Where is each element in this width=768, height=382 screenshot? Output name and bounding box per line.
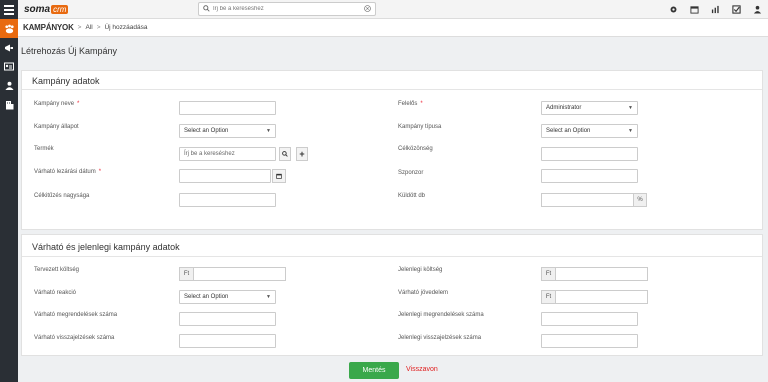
section-title: Kampány adatok [32, 76, 100, 86]
owner-label: Felelős [398, 101, 418, 107]
expected-data-panel: Várható és jelenlegi kampány adatok Terv… [21, 234, 763, 356]
product-search-input[interactable]: Írj be a kereséshez [179, 147, 276, 161]
sidebar [0, 19, 18, 382]
current-cost-input[interactable]: Ft [541, 267, 648, 281]
content-area: Létrehozás Új Kampány Kampány adatok Kam… [18, 37, 768, 365]
chevron-down-icon: ▼ [628, 105, 633, 111]
section-title: Várható és jelenlegi kampány adatok [32, 242, 180, 252]
chart-icon[interactable] [710, 5, 720, 15]
sidebar-item-companies[interactable] [0, 95, 18, 114]
sidebar-item-contacts[interactable] [0, 57, 18, 76]
close-date-input[interactable] [179, 169, 271, 183]
megaphone-icon [5, 44, 13, 51]
global-search[interactable] [198, 2, 376, 16]
campaign-type-label: Kampány típusa [398, 124, 442, 130]
paw-icon [4, 24, 14, 33]
logo[interactable]: soma crm [24, 3, 69, 16]
expected-revenue-label: Várható jövedelem [398, 290, 449, 296]
current-orders-input[interactable] [541, 312, 638, 326]
sent-count-input[interactable]: % [541, 193, 647, 207]
owner-select[interactable]: Administrator ▼ [541, 101, 638, 115]
breadcrumb-module[interactable]: KAMPÁNYOK [23, 23, 74, 32]
breadcrumb: KAMPÁNYOK > All > Új hozzáadása [18, 19, 768, 37]
user-icon[interactable] [752, 5, 762, 15]
percent-addon: % [633, 194, 646, 206]
chevron-down-icon: ▼ [628, 128, 633, 134]
add-product-button[interactable]: + [296, 147, 308, 161]
expected-returns-label: Várható visszajelzések száma [34, 335, 115, 341]
gear-icon[interactable] [668, 5, 678, 15]
sponsor-input[interactable] [541, 169, 638, 183]
contact-card-icon [4, 62, 14, 71]
target-size-input[interactable] [179, 193, 276, 207]
expected-response-label: Várható reakció [34, 290, 77, 296]
current-returns-label: Jelenlegi visszajelzések száma [398, 335, 482, 341]
campaign-data-panel: Kampány adatok Kampány neve * Kampány áll… [21, 70, 763, 230]
global-search-input[interactable] [213, 6, 364, 12]
sent-count-label: Küldött db [398, 193, 426, 199]
campaign-status-label: Kampány állapot [34, 124, 79, 130]
campaign-status-select[interactable]: Select an Option ▼ [179, 124, 276, 138]
target-size-label: Célkitűzés nagysága [34, 193, 90, 199]
checkbox-icon[interactable] [731, 5, 741, 15]
expected-returns-input[interactable] [179, 334, 276, 348]
expected-response-select[interactable]: Select an Option ▼ [179, 290, 276, 304]
save-button[interactable]: Mentés [349, 362, 399, 379]
current-cost-label: Jelenlegi költség [398, 267, 443, 273]
logo-crm: crm [51, 5, 69, 14]
logo-soma: soma [24, 4, 51, 15]
menu-icon[interactable] [0, 0, 18, 19]
page-title: Létrehozás Új Kampány [21, 46, 118, 56]
breadcrumb-all[interactable]: All [85, 24, 92, 31]
action-bar: Mentés Visszavon [18, 356, 768, 382]
campaign-name-input[interactable] [179, 101, 276, 115]
planned-cost-label: Tervezett költség [34, 267, 80, 273]
currency-addon: Ft [542, 291, 556, 303]
product-search-button[interactable] [279, 147, 291, 161]
search-icon [282, 151, 288, 157]
expected-revenue-input[interactable]: Ft [541, 290, 648, 304]
currency-addon: Ft [180, 268, 194, 280]
clear-icon[interactable] [364, 4, 371, 14]
current-returns-input[interactable] [541, 334, 638, 348]
cancel-link[interactable]: Visszavon [406, 366, 438, 373]
top-bar: soma crm [0, 0, 768, 19]
campaign-type-select[interactable]: Select an Option ▼ [541, 124, 638, 138]
person-icon [4, 81, 14, 90]
sponsor-label: Szponzor [398, 170, 424, 176]
search-icon [203, 4, 210, 14]
target-audience-label: Célközönség [398, 146, 433, 152]
breadcrumb-current: Új hozzáadása [104, 24, 148, 31]
expected-orders-label: Várható megrendelések száma [34, 312, 118, 318]
calendar-icon[interactable] [272, 169, 286, 183]
chevron-down-icon: ▼ [266, 128, 271, 134]
chevron-down-icon: ▼ [266, 294, 271, 300]
expected-orders-input[interactable] [179, 312, 276, 326]
current-orders-label: Jelenlegi megrendelések száma [398, 312, 484, 318]
currency-addon: Ft [542, 268, 556, 280]
target-audience-input[interactable] [541, 147, 638, 161]
building-icon [5, 100, 13, 109]
calendar-icon[interactable] [689, 5, 699, 15]
sidebar-item-home[interactable] [0, 19, 18, 38]
planned-cost-input[interactable]: Ft [179, 267, 286, 281]
sidebar-item-users[interactable] [0, 76, 18, 95]
product-label: Termék [34, 146, 54, 152]
campaign-name-label: Kampány neve [34, 101, 75, 107]
sidebar-item-campaigns[interactable] [0, 38, 18, 57]
close-date-label: Várható lezárási dátum [34, 169, 96, 175]
